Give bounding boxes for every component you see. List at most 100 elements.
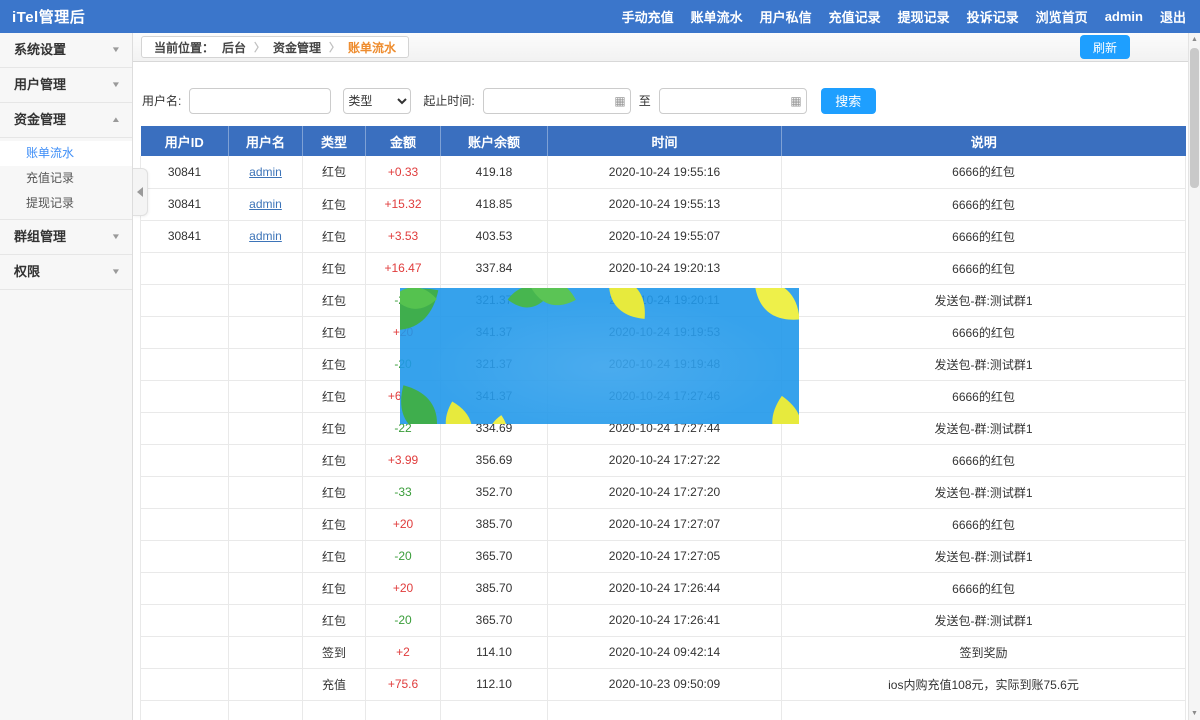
sidebar-group-用户管理[interactable]: 用户管理 ▼ bbox=[0, 68, 132, 103]
top-menu-item-3[interactable]: 用户私信 bbox=[760, 7, 812, 26]
cell-type: 签到 bbox=[303, 636, 366, 668]
table-row: 红包-20365.702020-10-24 17:26:41发送包-群:测试群1 bbox=[141, 604, 1186, 636]
table-row: 红包+20385.702020-10-24 17:27:076666的红包 bbox=[141, 508, 1186, 540]
chevron-down-icon: ▼ bbox=[111, 68, 121, 102]
cell-type: 红包 bbox=[303, 412, 366, 444]
sidebar-item-账单流水[interactable]: 账单流水 bbox=[0, 141, 132, 166]
vertical-scrollbar[interactable]: ▲ ▼ bbox=[1188, 33, 1200, 720]
cell-balance: 365.70 bbox=[441, 604, 548, 636]
cell-username bbox=[229, 348, 303, 380]
cell-balance: 114.10 bbox=[441, 636, 548, 668]
date-from-input[interactable] bbox=[483, 88, 631, 114]
search-button[interactable]: 搜索 bbox=[821, 88, 876, 114]
cell-type: 红包 bbox=[303, 252, 366, 284]
top-menu-item-1[interactable]: 手动充值 bbox=[622, 7, 674, 26]
cell-username bbox=[229, 412, 303, 444]
cell-type: 充值 bbox=[303, 668, 366, 700]
top-menu-item-4[interactable]: 充值记录 bbox=[829, 7, 881, 26]
search-form: 用户名: 类型 起止时间: ▦ 至 ▦ 搜索 bbox=[133, 62, 1188, 118]
sidebar-group-群组管理[interactable]: 群组管理▼ bbox=[0, 220, 132, 255]
cell-time: 2020-10-24 19:55:07 bbox=[548, 220, 782, 252]
table-row: 30841admin红包+3.53403.532020-10-24 19:55:… bbox=[141, 220, 1186, 252]
cell-time: 2020-10-24 17:27:05 bbox=[548, 540, 782, 572]
cell-user-id bbox=[141, 572, 229, 604]
cell-type: 红包 bbox=[303, 476, 366, 508]
date-to-input[interactable] bbox=[659, 88, 807, 114]
top-menu-item-6[interactable]: 投诉记录 bbox=[967, 7, 1019, 26]
top-menu-item-2[interactable]: 账单流水 bbox=[691, 7, 743, 26]
sidebar: 系统设置▼用户管理▼资金管理▲账单流水充值记录提现记录群组管理▼权限▼ bbox=[0, 33, 133, 720]
cell-note: 发送包-群:测试群1 bbox=[782, 348, 1186, 380]
leaf-decoration-icon bbox=[400, 288, 799, 424]
cell-time: 2020-10-24 17:27:07 bbox=[548, 508, 782, 540]
cell-time: 2020-10-24 17:26:44 bbox=[548, 572, 782, 604]
table-header-row: 用户ID用户名类型金额账户余额时间说明 bbox=[141, 126, 1186, 156]
scroll-up-icon[interactable]: ▲ bbox=[1189, 33, 1200, 46]
cell-user-id: 30841 bbox=[141, 220, 229, 252]
table-row: 30841admin红包+15.32418.852020-10-24 19:55… bbox=[141, 188, 1186, 220]
breadcrumb-item-2[interactable]: 资金管理 bbox=[273, 39, 321, 56]
top-menu: 手动充值账单流水用户私信充值记录提现记录投诉记录浏览首页 admin 退出 bbox=[622, 7, 1200, 26]
column-header-用户ID: 用户ID bbox=[141, 126, 229, 156]
top-menu-item-7[interactable]: 浏览首页 bbox=[1036, 7, 1088, 26]
cell-note: 签到奖励 bbox=[782, 636, 1186, 668]
sidebar-group-资金管理[interactable]: 资金管理▲ bbox=[0, 103, 132, 138]
breadcrumb-item-1[interactable]: 后台 bbox=[222, 39, 246, 56]
username-link[interactable]: admin bbox=[249, 197, 282, 211]
cell-user-id bbox=[141, 284, 229, 316]
sidebar-group-label: 用户管理 bbox=[14, 68, 66, 102]
sidebar-item-提现记录[interactable]: 提现记录 bbox=[0, 191, 132, 216]
cell-amount: -33 bbox=[366, 476, 441, 508]
username-link[interactable]: admin bbox=[249, 229, 282, 243]
cell-amount bbox=[366, 700, 441, 720]
top-navbar: iTel管理后 手动充值账单流水用户私信充值记录提现记录投诉记录浏览首页admi… bbox=[0, 0, 1200, 33]
cell-note: 6666的红包 bbox=[782, 316, 1186, 348]
cell-balance: 352.70 bbox=[441, 476, 548, 508]
cell-type bbox=[303, 700, 366, 720]
sidebar-submenu: 账单流水充值记录提现记录 bbox=[0, 138, 132, 220]
chevron-right-icon: 〉 bbox=[329, 39, 340, 55]
username-input[interactable] bbox=[189, 88, 331, 114]
sidebar-item-充值记录[interactable]: 充值记录 bbox=[0, 166, 132, 191]
cell-user-id bbox=[141, 316, 229, 348]
cell-type: 红包 bbox=[303, 572, 366, 604]
cell-username bbox=[229, 444, 303, 476]
cell-amount: +20 bbox=[366, 572, 441, 604]
sidebar-collapse-handle[interactable] bbox=[133, 168, 148, 216]
refresh-button[interactable]: 刷新 bbox=[1080, 35, 1130, 59]
column-header-金额: 金额 bbox=[366, 126, 441, 156]
cell-balance: 403.53 bbox=[441, 220, 548, 252]
column-header-时间: 时间 bbox=[548, 126, 782, 156]
date-range-label: 起止时间: bbox=[423, 92, 474, 109]
top-menu-item-8[interactable]: admin bbox=[1105, 9, 1143, 24]
sidebar-group-权限[interactable]: 权限▼ bbox=[0, 255, 132, 290]
cell-amount: +3.99 bbox=[366, 444, 441, 476]
type-select[interactable]: 类型 bbox=[343, 88, 411, 114]
cell-type: 红包 bbox=[303, 604, 366, 636]
table-row bbox=[141, 700, 1186, 720]
top-menu-item-9[interactable]: 退出 bbox=[1160, 7, 1186, 26]
cell-user-id bbox=[141, 444, 229, 476]
cell-username bbox=[229, 668, 303, 700]
to-label: 至 bbox=[639, 92, 651, 109]
cell-username bbox=[229, 476, 303, 508]
scrollbar-thumb[interactable] bbox=[1190, 48, 1199, 188]
cell-type: 红包 bbox=[303, 220, 366, 252]
cell-balance: 112.10 bbox=[441, 668, 548, 700]
cell-user-id bbox=[141, 380, 229, 412]
cell-type: 红包 bbox=[303, 156, 366, 188]
cell-username: admin bbox=[229, 188, 303, 220]
cell-note bbox=[782, 700, 1186, 720]
username-link[interactable]: admin bbox=[249, 165, 282, 179]
cell-time: 2020-10-23 09:50:09 bbox=[548, 668, 782, 700]
cell-amount: +15.32 bbox=[366, 188, 441, 220]
cell-user-id: 30841 bbox=[141, 156, 229, 188]
top-menu-item-5[interactable]: 提现记录 bbox=[898, 7, 950, 26]
table-row: 红包+3.99356.692020-10-24 17:27:226666的红包 bbox=[141, 444, 1186, 476]
column-header-类型: 类型 bbox=[303, 126, 366, 156]
sidebar-group-系统设置[interactable]: 系统设置▼ bbox=[0, 33, 132, 68]
cell-amount: -20 bbox=[366, 604, 441, 636]
cell-user-id bbox=[141, 508, 229, 540]
scroll-down-icon[interactable]: ▼ bbox=[1189, 707, 1200, 720]
sidebar-group-label: 资金管理 bbox=[14, 103, 66, 137]
